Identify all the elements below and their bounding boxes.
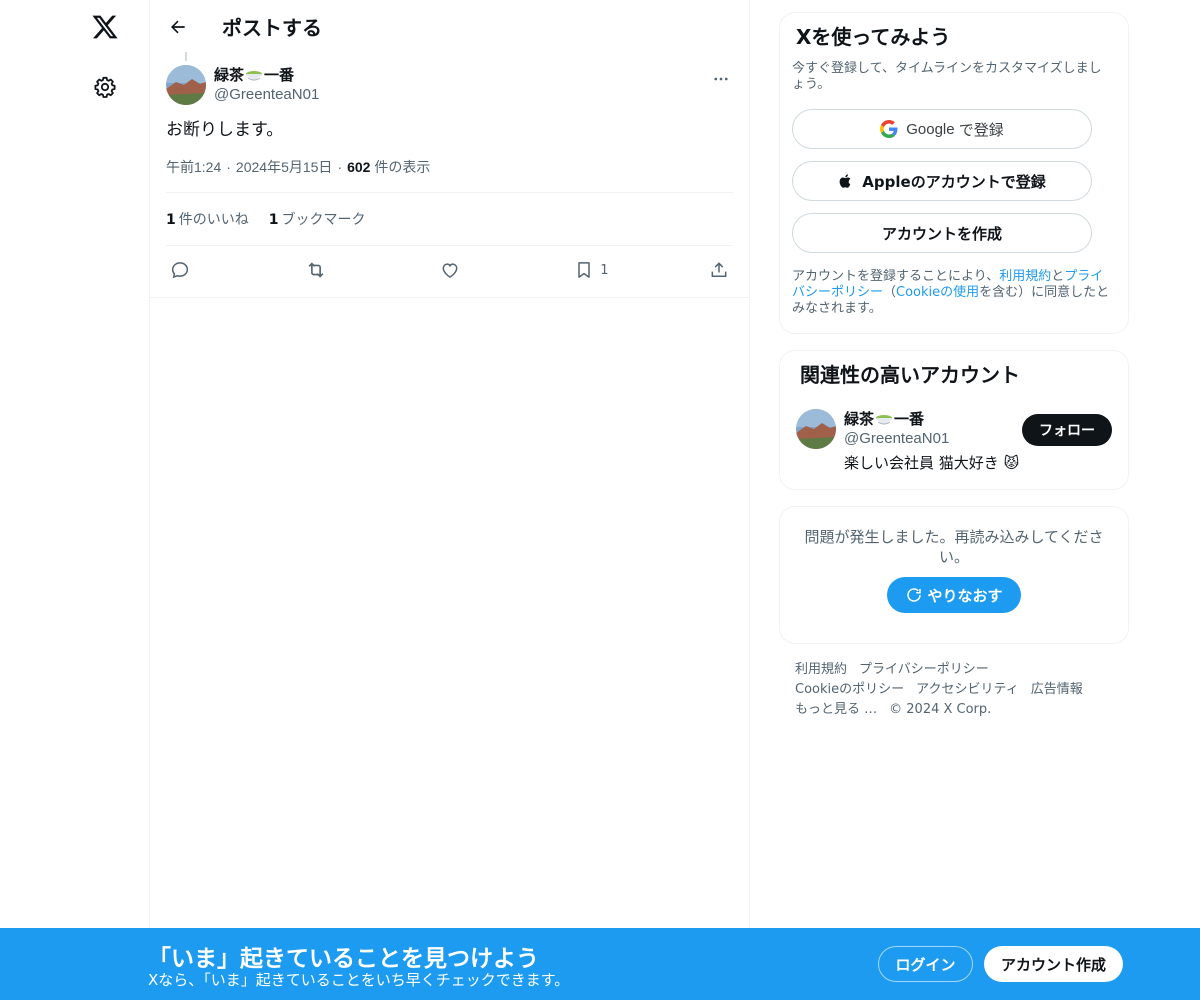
bottom-bar-subtitle: Xなら、「いま」起きていることをいち早くチェックできます。 — [148, 971, 570, 989]
reply-icon — [171, 262, 189, 279]
apple-logo-icon — [839, 174, 851, 188]
repost-button[interactable] — [305, 259, 365, 281]
main-column: ポストする 緑茶 一番 @GreenteaN01 お断りします。 午前1:24 … — [149, 0, 750, 1000]
terms-link[interactable]: 利用規約 — [999, 269, 1051, 284]
post-actions: 1 — [166, 246, 733, 294]
matcha-tea-emoji-icon — [245, 67, 263, 83]
bottom-bar-title: 「いま」起きていることを見つけよう — [148, 946, 539, 972]
post-author: 緑茶 一番 @GreenteaN01 — [166, 53, 733, 117]
cat-face-emoji-icon: 😾 — [1003, 454, 1020, 472]
right-sidebar: Xを使ってみよう 今すぐ登録して、タイムラインをカスタマイズしましょう。 Goo… — [779, 12, 1129, 720]
share-button[interactable] — [709, 260, 729, 280]
related-handle: @GreenteaN01 — [844, 430, 950, 447]
refresh-icon — [907, 588, 922, 602]
bookmark-button[interactable]: 1 — [574, 260, 634, 280]
copyright: © 2024 X Corp. — [889, 702, 992, 717]
bookmark-icon — [578, 262, 590, 278]
x-logo-icon[interactable] — [89, 11, 121, 43]
retry-button[interactable]: やりなおす — [887, 577, 1021, 613]
footer-link-cookie[interactable]: Cookieのポリシー — [795, 682, 904, 697]
footer-link-ads[interactable]: 広告情報 — [1031, 682, 1083, 697]
post: 緑茶 一番 @GreenteaN01 お断りします。 午前1:24 · 2024年5… — [150, 52, 749, 294]
apple-signup-button[interactable]: Appleのアカウントで登録 — [792, 161, 1092, 201]
follow-button[interactable]: フォロー — [1022, 414, 1112, 446]
matcha-tea-emoji-icon — [875, 411, 893, 427]
author-name[interactable]: 緑茶 一番 — [214, 65, 319, 85]
footer-link-privacy[interactable]: プライバシーポリシー — [859, 662, 989, 677]
footer-link-accessibility[interactable]: アクセシビリティ — [916, 682, 1019, 697]
reply-button[interactable] — [170, 260, 230, 280]
google-logo-icon — [880, 120, 898, 138]
repost-icon — [308, 262, 324, 278]
footer-link-more[interactable]: もっと見る … — [795, 702, 877, 717]
create-account-button[interactable]: アカウントを作成 — [792, 213, 1092, 253]
main-header: ポストする — [150, 0, 749, 53]
avatar[interactable] — [166, 65, 206, 105]
post-date[interactable]: 2024年5月15日 — [236, 159, 333, 175]
more-dots-icon — [714, 77, 728, 81]
like-button[interactable] — [440, 260, 500, 280]
error-message: 問題が発生しました。再読み込みしてください。 — [804, 528, 1104, 566]
back-button[interactable] — [160, 9, 196, 45]
heart-icon — [442, 263, 457, 278]
thread-line — [185, 52, 187, 61]
more-options-button[interactable] — [709, 67, 733, 91]
login-button[interactable]: ログイン — [878, 946, 973, 982]
footer-link-terms[interactable]: 利用規約 — [795, 662, 847, 677]
related-title: 関連性の高いアカウント — [800, 363, 1020, 387]
cookie-link[interactable]: Cookieの使用 — [896, 285, 979, 300]
post-meta: 午前1:24 · 2024年5月15日 · 602 件の表示 — [166, 157, 733, 193]
post-text: お断りします。 — [166, 120, 284, 140]
post-stats: 1 件のいいね 1 ブックマーク — [166, 193, 733, 246]
likes-stat[interactable]: 1 件のいいね — [166, 209, 249, 229]
error-card: 問題が発生しました。再読み込みしてください。 やりなおす — [779, 506, 1129, 644]
post-time[interactable]: 午前1:24 — [166, 159, 221, 175]
related-accounts-card: 関連性の高いアカウント 緑茶 一番 @GreenteaN01 楽しい会社員 猫大… — [779, 350, 1129, 490]
share-icon — [711, 262, 727, 277]
gear-icon[interactable] — [89, 71, 121, 103]
related-name: 緑茶 一番 — [844, 410, 925, 428]
signup-description: 今すぐ登録して、タイムラインをカスタマイズしましょう。 — [792, 61, 1102, 92]
divider — [150, 297, 750, 298]
legal-text: アカウントを登録することにより、利用規約とプライバシーポリシー（Cookieの使… — [792, 269, 1110, 316]
views-count: 602 — [347, 159, 371, 175]
avatar[interactable] — [796, 409, 836, 449]
related-bio: 楽しい会社員 猫大好き 😾 — [844, 454, 1020, 472]
views-label: 件の表示 — [374, 159, 431, 175]
page-title: ポストする — [222, 16, 322, 40]
bookmark-count: 1 — [600, 262, 609, 278]
signup-button[interactable]: アカウント作成 — [984, 946, 1123, 982]
bookmarks-stat[interactable]: 1 ブックマーク — [269, 209, 366, 229]
footer-links: 利用規約 プライバシーポリシー Cookieのポリシー アクセシビリティ 広告情報 も… — [779, 660, 1129, 720]
google-signup-button[interactable]: Google で登録 — [792, 109, 1092, 149]
left-nav — [0, 0, 150, 1000]
author-handle[interactable]: @GreenteaN01 — [214, 85, 319, 105]
arrow-left-icon — [171, 20, 185, 33]
signup-title: Xを使ってみよう — [796, 25, 951, 49]
bottom-signup-bar: 「いま」起きていることを見つけよう Xなら、「いま」起きていることをいち早くチェ… — [0, 928, 1200, 1000]
related-account[interactable]: 緑茶 一番 @GreenteaN01 楽しい会社員 猫大好き 😾 フォロー — [796, 409, 1112, 473]
signup-card: Xを使ってみよう 今すぐ登録して、タイムラインをカスタマイズしましょう。 Goo… — [779, 12, 1129, 334]
